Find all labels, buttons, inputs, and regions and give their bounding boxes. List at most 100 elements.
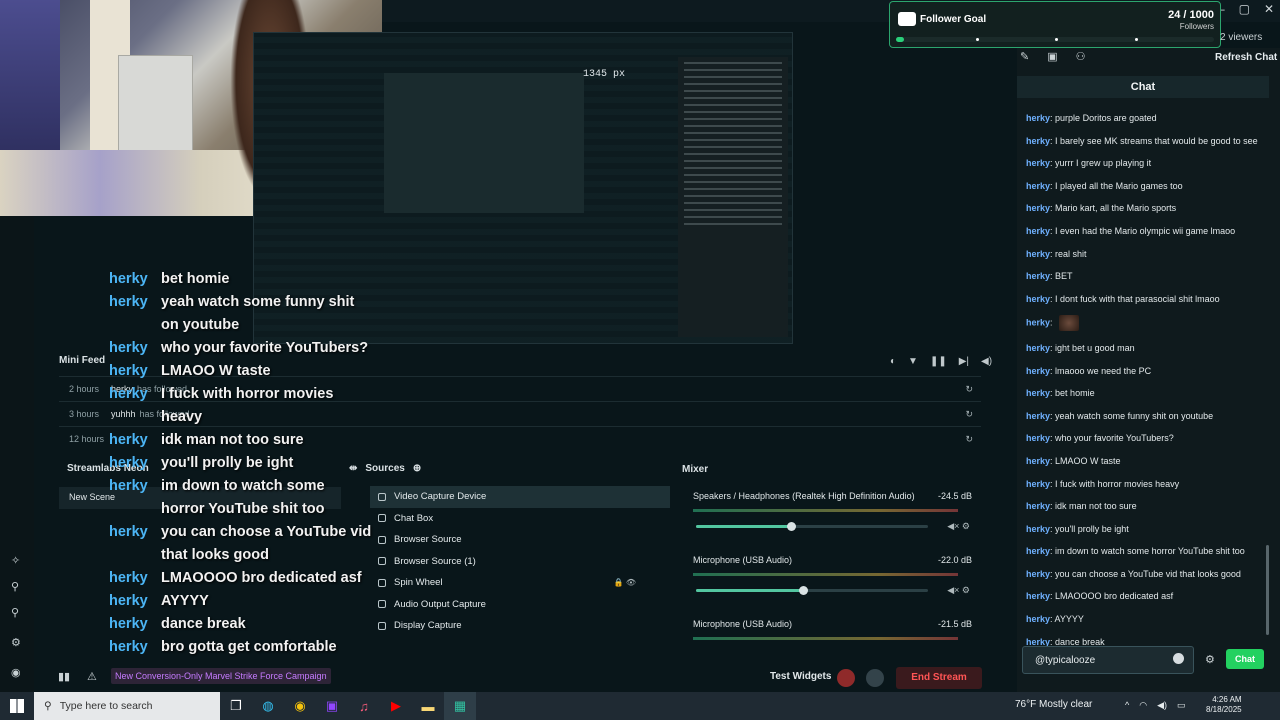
network-icon[interactable]: ◠	[1139, 700, 1147, 711]
source-item[interactable]: Display Capture	[370, 615, 670, 637]
source-item[interactable]: Audio Output Capture	[370, 594, 670, 616]
chat-username[interactable]: herky	[1026, 433, 1050, 443]
chat-username[interactable]: herky	[1026, 546, 1050, 556]
volume-slider[interactable]	[696, 586, 928, 595]
mute-settings-icon[interactable]: ◀× ⚙	[947, 521, 970, 532]
chat-username[interactable]: herky	[1026, 456, 1050, 466]
chat-message: herky: LMAOO W taste	[1026, 455, 1121, 466]
share-icon[interactable]: ⚇	[1076, 50, 1086, 63]
source-item[interactable]: Chat Box	[370, 508, 670, 530]
chat-username[interactable]: herky	[1026, 591, 1050, 601]
source-item[interactable]: Video Capture Device	[370, 486, 670, 508]
stats-icon[interactable]: ▮▮	[58, 670, 70, 683]
replay-buffer-button[interactable]	[866, 669, 884, 687]
close-button[interactable]: ✕	[1264, 2, 1274, 16]
file-explorer-icon[interactable]: ▬	[412, 692, 444, 720]
chat-username[interactable]: herky	[1026, 569, 1050, 579]
pause-icon[interactable]: ❚❚	[930, 356, 947, 367]
profile-icon[interactable]: ◉	[11, 666, 23, 679]
link-icon[interactable]: ⚲	[11, 580, 23, 593]
chat-send-button[interactable]: Chat	[1226, 649, 1264, 669]
weather-widget[interactable]: 76°F Mostly clear	[1015, 699, 1092, 710]
chat-username[interactable]: herky	[1026, 249, 1050, 259]
battery-icon[interactable]: ▭	[1177, 700, 1186, 711]
source-item[interactable]: Browser Source (1)	[370, 551, 670, 573]
chat-username[interactable]: herky	[1026, 388, 1050, 398]
overlay-username: herky	[109, 478, 148, 494]
chat-username[interactable]: herky	[1026, 271, 1050, 281]
source-item[interactable]: Spin Wheel 🔒 👁	[370, 572, 670, 594]
chat-username[interactable]: herky	[1026, 158, 1050, 168]
refresh-chat-button[interactable]: Refresh Chat	[1215, 52, 1277, 63]
repeat-alert-icon[interactable]: ↻	[965, 384, 973, 395]
chat-username[interactable]: herky	[1026, 294, 1050, 304]
chat-username[interactable]: herky	[1026, 501, 1050, 511]
chat-username[interactable]: herky	[1026, 411, 1050, 421]
volume-icon[interactable]: ◀)	[981, 356, 992, 367]
chat-username[interactable]: herky	[1026, 226, 1050, 236]
overlay-chat-message: herky im down to watch some horror YouTube…	[109, 475, 399, 521]
twitch-icon[interactable]: ▣	[316, 692, 348, 720]
chat-settings-icon[interactable]: ⚙	[1205, 653, 1215, 666]
edit-icon[interactable]: ✎	[1020, 50, 1029, 63]
chat-username[interactable]: herky	[1026, 343, 1050, 353]
emoji-icon[interactable]	[1173, 653, 1184, 664]
taskbar-search[interactable]: ⚲ Type here to search	[34, 692, 220, 720]
chrome-icon[interactable]: ◉	[284, 692, 316, 720]
chat-username[interactable]: herky	[1026, 113, 1050, 123]
taskbar-clock[interactable]: 4:26 AM 8/18/2025	[1206, 695, 1242, 715]
repeat-alert-icon[interactable]: ↻	[965, 409, 973, 420]
chat-username[interactable]: herky	[1026, 318, 1050, 328]
record-button[interactable]	[837, 669, 855, 687]
volume-slider[interactable]	[696, 522, 928, 531]
start-button[interactable]	[0, 692, 34, 720]
source-item[interactable]: Browser Source	[370, 529, 670, 551]
chat-username[interactable]: herky	[1026, 136, 1050, 146]
chat-username[interactable]: herky	[1026, 614, 1050, 624]
campaign-banner[interactable]: New Conversion-Only Marvel Strike Force …	[111, 668, 331, 684]
chat-message: herky: ight bet u good man	[1026, 342, 1135, 353]
filter-dial-icon[interactable]: ◐	[890, 356, 896, 367]
overlay-text: LMAOO W taste	[161, 360, 271, 383]
test-widgets-button[interactable]: Test Widgets	[770, 671, 831, 682]
music-icon[interactable]: ♫	[348, 692, 380, 720]
source-label: Audio Output Capture	[394, 598, 486, 610]
overlay-username: herky	[109, 524, 148, 540]
chat-username[interactable]: herky	[1026, 524, 1050, 534]
overlay-text-line: on youtube	[161, 317, 240, 333]
chat-username[interactable]: herky	[1026, 203, 1050, 213]
lock-visibility-icon[interactable]: 🔒 👁	[614, 578, 636, 587]
volume-slider-handle[interactable]	[798, 586, 808, 595]
edge-icon[interactable]: ◍	[252, 692, 284, 720]
task-view-icon[interactable]: ❐	[220, 692, 252, 720]
end-stream-button[interactable]: End Stream	[896, 667, 982, 689]
streamlabs-icon[interactable]: ▦	[444, 692, 476, 720]
overlay-chat-message: herky bro gotta get comfortable	[109, 636, 399, 659]
add-source-icon[interactable]: ⊕	[413, 463, 421, 474]
mini-feed-controls: ◐ ▼ ❚❚ ▶| ◀)	[890, 356, 992, 367]
repeat-alert-icon[interactable]: ↻	[965, 434, 973, 445]
chat-input[interactable]	[1022, 646, 1194, 674]
integrations-icon[interactable]: ⚲	[11, 606, 23, 619]
alert-icon[interactable]: ⚠	[87, 670, 97, 683]
chat-username[interactable]: herky	[1026, 181, 1050, 191]
volume-slider-handle[interactable]	[787, 522, 797, 531]
tray-arrow-icon[interactable]: ^	[1125, 700, 1129, 711]
maximize-button[interactable]: ▢	[1239, 2, 1250, 16]
theme-icon[interactable]: ✧	[11, 554, 23, 567]
settings-icon[interactable]: ⚙	[11, 636, 23, 649]
filter-icon[interactable]: ▼	[908, 356, 918, 367]
overlay-username: herky	[109, 271, 148, 287]
chat-username[interactable]: herky	[1026, 366, 1050, 376]
chat-scrollbar[interactable]	[1266, 545, 1269, 635]
chat-username[interactable]: herky	[1026, 479, 1050, 489]
skip-icon[interactable]: ▶|	[959, 356, 969, 367]
source-label: Browser Source	[394, 534, 462, 546]
popout-icon[interactable]: ▣	[1047, 50, 1057, 63]
speaker-icon[interactable]: ◀)	[1157, 700, 1167, 711]
sources-list: Video Capture Device Chat Box Browser Sour…	[370, 486, 670, 637]
mute-settings-icon[interactable]: ◀× ⚙	[947, 585, 970, 596]
youtube-icon[interactable]: ▶	[380, 692, 412, 720]
follower-goal-widget: Follower Goal 24 / 1000 Followers	[889, 1, 1221, 48]
overlay-username: herky	[109, 432, 148, 448]
